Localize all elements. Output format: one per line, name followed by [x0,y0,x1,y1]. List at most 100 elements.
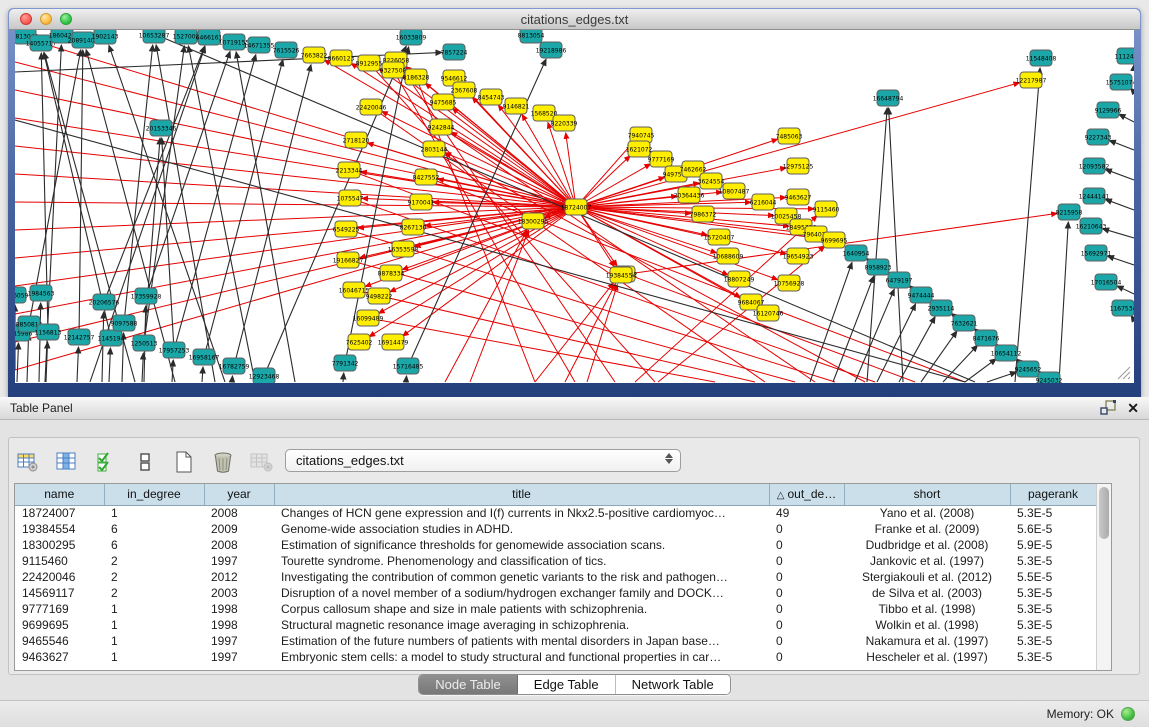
network-node[interactable]: 19218986 [536,42,567,58]
network-node[interactable]: 1112442 [1115,48,1134,64]
network-node[interactable]: 7791342 [332,355,359,371]
network-node[interactable]: 9115460 [813,201,840,217]
network-node[interactable]: 2367608 [451,82,478,98]
network-node[interactable]: 20364436 [674,187,705,203]
network-node[interactable]: 12923468 [249,368,280,383]
network-node[interactable]: 10807487 [719,183,750,199]
network-node[interactable]: 20206576 [89,294,120,310]
network-node[interactable]: 9777169 [648,151,675,167]
tab-edge-table[interactable]: Edge Table [518,675,616,694]
network-node[interactable]: 15692971 [1081,245,1112,261]
float-panel-icon[interactable] [1100,400,1117,416]
network-node[interactable]: 16120746 [753,305,784,321]
table-select-dropdown[interactable]: citations_edges.txt [285,449,681,472]
network-node[interactable]: 1167534 [1110,300,1134,316]
network-node[interactable]: 18724007 [561,199,592,215]
table-settings-icon[interactable] [16,450,40,474]
network-node[interactable]: 16353598 [388,241,419,257]
table-row[interactable]: 1830029562008Estimation of significance … [15,537,1096,553]
network-node[interactable]: 6549225 [333,221,360,237]
network-node[interactable]: 8215958 [1056,204,1083,220]
network-node[interactable]: 8471676 [973,330,1000,346]
network-node[interactable]: 16648794 [873,90,904,106]
network-node[interactable]: 2526059 [15,287,29,303]
network-node[interactable]: 9463627 [785,189,812,205]
network-node[interactable]: 8958923 [865,259,892,275]
network-node[interactable]: 15720407 [704,229,735,245]
network-node[interactable]: 9498222 [366,288,393,304]
network-node[interactable]: 1145194 [98,330,125,346]
trash-icon[interactable] [211,450,235,474]
network-node[interactable]: 2935114 [928,300,955,316]
network-node[interactable]: 1250513 [131,335,158,351]
network-node[interactable]: 1640954 [843,245,870,261]
column-header-out_de[interactable]: △out_de… [769,484,844,505]
network-node[interactable]: 14671355 [244,37,275,53]
network-node[interactable]: 19166827 [333,252,364,268]
network-node[interactable]: 9242844 [428,119,455,135]
network-node[interactable]: 16033809 [396,30,427,45]
network-node[interactable]: 9475685 [430,94,457,110]
table-row[interactable]: 911546021997Tourette syndrome. Phenomeno… [15,553,1096,569]
network-node[interactable]: 3624554 [698,173,725,189]
network-node[interactable]: 16914479 [378,334,409,350]
network-graph[interactable]: 1813044140557171860426208914061902143106… [15,30,1134,383]
network-node[interactable]: 7986372 [690,206,717,222]
column-header-title[interactable]: title [274,484,769,505]
table-row[interactable]: 969969511998Structural magnetic resonanc… [15,617,1096,633]
network-node[interactable]: 16210643 [1076,218,1107,234]
network-node[interactable]: 10654112 [991,345,1022,361]
network-node[interactable]: 12217987 [1016,72,1047,88]
network-node[interactable]: 8267130 [400,219,427,235]
network-node[interactable]: 16782759 [219,358,250,374]
network-node[interactable]: 1075547 [337,190,364,206]
network-node[interactable]: 20153346 [146,120,177,136]
network-node[interactable]: 7632621 [951,315,978,331]
network-node[interactable]: 16958167 [189,349,220,365]
column-header-pagerank[interactable]: pagerank [1010,484,1096,505]
table-row[interactable]: 1938455462009Genome-wide association stu… [15,521,1096,537]
network-node[interactable]: 7663822 [301,47,328,63]
network-node[interactable]: 1156813 [35,324,62,340]
network-node[interactable]: 8427552 [413,169,440,185]
table-row[interactable]: 946362711997Embryonic stem cells: a mode… [15,649,1096,665]
network-node[interactable]: 8813054 [518,30,545,43]
network-node[interactable]: 17016504 [1091,274,1122,290]
scrollbar-thumb[interactable] [1099,487,1109,539]
network-node[interactable]: 12142757 [64,329,95,345]
table-row[interactable]: 977716911998Corpus callosum shape and si… [15,601,1096,617]
rows-icon[interactable] [133,450,157,474]
tab-node-table[interactable]: Node Table [419,675,518,694]
network-node[interactable]: 8186328 [403,69,430,85]
network-node[interactable]: 10653287 [139,30,170,43]
network-node[interactable]: 7615526 [273,42,300,58]
network-canvas[interactable]: 1813044140557171860426208914061902143106… [15,30,1134,383]
network-node[interactable]: 2718120 [343,132,370,148]
network-node[interactable]: 8912955 [356,55,383,71]
window-titlebar[interactable]: citations_edges.txt [9,9,1140,30]
table-scrollbar[interactable] [1096,484,1111,670]
network-node[interactable]: 9245032 [1036,372,1063,383]
network-window[interactable]: citations_edges.txt 18130441405571718604… [8,8,1141,397]
network-node[interactable]: 17957253 [159,342,190,358]
network-node[interactable]: 10756928 [774,275,805,291]
network-node[interactable]: 10688609 [713,248,744,264]
network-node[interactable]: 1984563 [28,285,55,301]
network-node[interactable]: 9245652 [1015,361,1042,377]
network-node[interactable]: 22420046 [356,99,387,115]
network-node[interactable]: 16099489 [353,310,384,326]
network-node[interactable]: 19654923 [783,248,814,264]
close-panel-icon[interactable]: ✕ [1127,399,1139,417]
column-header-short[interactable]: short [844,484,1010,505]
network-node[interactable]: 2803144 [421,141,448,157]
new-document-icon[interactable] [172,450,196,474]
network-node[interactable]: 18300295 [518,213,549,229]
network-node[interactable]: 7857224 [441,44,468,60]
table-row[interactable]: 946554611997Estimation of the future num… [15,633,1096,649]
network-node[interactable]: 7625402 [346,334,373,350]
table-row[interactable]: 2242004622012Investigating the contribut… [15,569,1096,585]
table-row[interactable]: 1456911722003Disruption of a novel membe… [15,585,1096,601]
network-node[interactable]: 19384554 [606,267,637,283]
column-header-name[interactable]: name [15,484,104,505]
network-node[interactable]: 9699695 [821,232,848,248]
